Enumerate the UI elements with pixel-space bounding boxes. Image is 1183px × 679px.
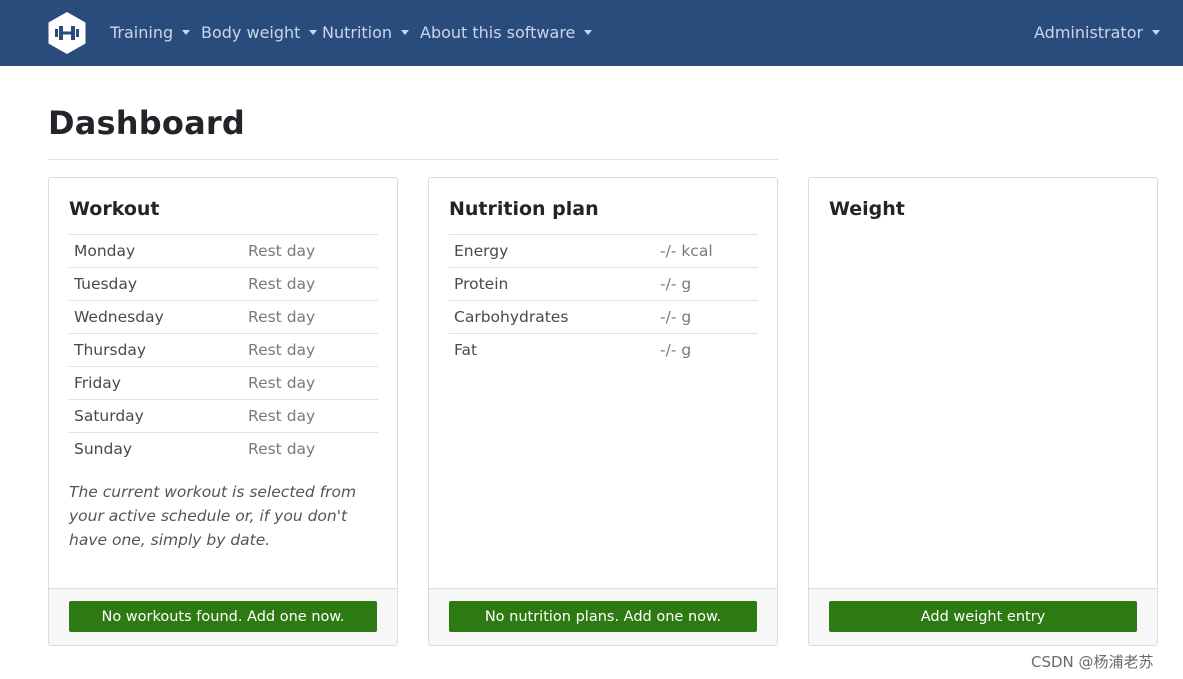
nutrient-name: Fat <box>449 333 655 367</box>
add-workout-button[interactable]: No workouts found. Add one now. <box>69 601 377 632</box>
workout-day: Friday <box>69 366 243 400</box>
title-divider <box>48 159 778 160</box>
nutrient-name: Carbohydrates <box>449 300 655 334</box>
nutrient-value: -/- g <box>655 300 758 334</box>
nutrient-value: -/- g <box>655 267 758 301</box>
table-row: Sunday Rest day <box>69 432 378 466</box>
nutrient-name: Protein <box>449 267 655 301</box>
chevron-down-icon <box>1152 29 1161 35</box>
user-menu[interactable]: Administrator <box>1034 20 1161 44</box>
add-nutrition-plan-button[interactable]: No nutrition plans. Add one now. <box>449 601 757 632</box>
table-row: Carbohydrates -/- g <box>449 300 758 334</box>
workout-day: Wednesday <box>69 300 243 334</box>
table-row: Fat -/- g <box>449 333 758 367</box>
workout-day: Saturday <box>69 399 243 433</box>
nav-training-menu[interactable]: Training <box>110 20 191 44</box>
nav-nutrition-label: Nutrition <box>322 22 393 42</box>
nav-about-menu[interactable]: About this software <box>420 20 593 44</box>
nav-training-label: Training <box>110 22 174 42</box>
chevron-down-icon <box>584 29 593 35</box>
table-row: Energy -/- kcal <box>449 234 758 268</box>
weight-card-footer: Add weight entry <box>809 588 1157 645</box>
workout-value: Rest day <box>243 333 378 367</box>
workout-value: Rest day <box>243 432 378 466</box>
workout-card: Workout Monday Rest day Tuesday Rest day… <box>48 177 398 646</box>
table-row: Monday Rest day <box>69 234 378 268</box>
nutrition-card: Nutrition plan Energy -/- kcal Protein -… <box>428 177 778 646</box>
table-row: Wednesday Rest day <box>69 300 378 334</box>
workout-day: Thursday <box>69 333 243 367</box>
nav-nutrition-menu[interactable]: Nutrition <box>322 20 410 44</box>
workout-value: Rest day <box>243 234 378 268</box>
nutrition-table: Energy -/- kcal Protein -/- g Carbohydra… <box>449 234 758 367</box>
workout-day: Monday <box>69 234 243 268</box>
workout-value: Rest day <box>243 267 378 301</box>
watermark-text: CSDN @杨浦老苏 <box>1031 653 1154 671</box>
dumbbell-icon[interactable] <box>47 11 87 55</box>
table-row: Thursday Rest day <box>69 333 378 367</box>
nutrition-card-title: Nutrition plan <box>449 198 599 220</box>
workout-day: Tuesday <box>69 267 243 301</box>
weight-card: Weight Add weight entry <box>808 177 1158 646</box>
workout-value: Rest day <box>243 366 378 400</box>
chevron-down-icon <box>182 29 191 35</box>
table-row: Friday Rest day <box>69 366 378 400</box>
add-weight-entry-button[interactable]: Add weight entry <box>829 601 1137 632</box>
weight-card-title: Weight <box>829 198 905 220</box>
nav-body-weight-label: Body weight <box>201 22 301 42</box>
nav-body-weight-menu[interactable]: Body weight <box>201 20 318 44</box>
page-title: Dashboard <box>48 104 245 142</box>
nutrition-card-footer: No nutrition plans. Add one now. <box>429 588 777 645</box>
chevron-down-icon <box>401 29 410 35</box>
workout-value: Rest day <box>243 300 378 334</box>
table-row: Protein -/- g <box>449 267 758 301</box>
top-navbar: Training Body weight Nutrition About thi… <box>0 0 1183 66</box>
nav-about-label: About this software <box>420 22 576 42</box>
chevron-down-icon <box>309 29 318 35</box>
workout-value: Rest day <box>243 399 378 433</box>
table-row: Tuesday Rest day <box>69 267 378 301</box>
workout-card-footer: No workouts found. Add one now. <box>49 588 397 645</box>
workout-table: Monday Rest day Tuesday Rest day Wednesd… <box>69 234 378 466</box>
nutrient-value: -/- g <box>655 333 758 367</box>
nutrient-value: -/- kcal <box>655 234 758 268</box>
workout-note: The current workout is selected from you… <box>69 483 357 549</box>
table-row: Saturday Rest day <box>69 399 378 433</box>
workout-day: Sunday <box>69 432 243 466</box>
user-menu-label: Administrator <box>1034 22 1144 42</box>
workout-card-title: Workout <box>69 198 160 220</box>
nutrient-name: Energy <box>449 234 655 268</box>
